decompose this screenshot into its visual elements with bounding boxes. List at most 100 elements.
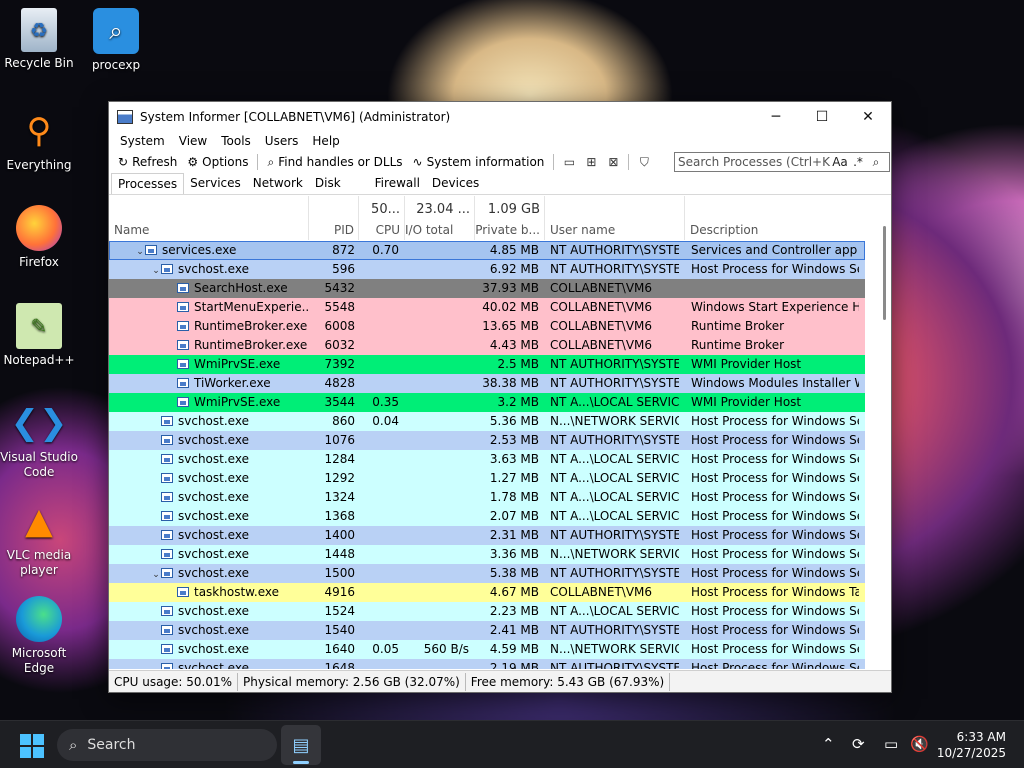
user-name-cell: NT A...\LOCAL SERVICE (550, 604, 679, 618)
private-bytes-cell: 2.07 MB (489, 509, 539, 523)
title-bar[interactable]: System Informer [COLLABNET\VM6] (Adminis… (109, 102, 891, 131)
table-row[interactable]: svchost.exe 1076 2.53 MB NT AUTHORITY\SYSTE… (109, 431, 865, 450)
search-input[interactable] (675, 155, 831, 169)
chevron-down-icon[interactable]: ⌄ (151, 566, 161, 583)
table-row[interactable]: svchost.exe 1368 2.07 MB NT A...\LOCAL SERV… (109, 507, 865, 526)
table-row[interactable]: svchost.exe 860 0.04 5.36 MB N...\NETWORK SE… (109, 412, 865, 431)
column-header-pid[interactable]: PID (309, 196, 359, 240)
maximize-button[interactable]: ☐ (799, 102, 845, 131)
menu-tools[interactable]: Tools (214, 134, 258, 148)
tab-disk[interactable]: Disk (309, 173, 347, 194)
find-handles-button[interactable]: ⌕ Find handles or DLLs (262, 152, 407, 172)
table-row[interactable]: SearchHost.exe 5432 37.93 MB COLLABNET\VM6 (109, 279, 865, 298)
column-label: CPU (375, 223, 400, 237)
column-header-private-bytes[interactable]: 1.09 GB Private b... (475, 196, 545, 240)
desktop-icon-recycle-bin[interactable]: ♻ Recycle Bin (0, 8, 79, 71)
cpu-cell (355, 621, 399, 640)
pid-cell: 1368 (324, 509, 355, 523)
user-name-cell: NT AUTHORITY\SYSTEM (550, 243, 679, 257)
update-tray-icon[interactable]: ⟳ (852, 735, 865, 753)
close-button[interactable]: ✕ (845, 102, 891, 131)
column-header-description[interactable]: Description (685, 196, 865, 240)
tab-firewall[interactable]: Firewall (369, 173, 426, 194)
column-header-io[interactable]: 23.04 ... I/O total r... (405, 196, 475, 251)
refresh-button[interactable]: ↻ Refresh (113, 152, 182, 172)
chevron-down-icon[interactable]: ⌄ (151, 262, 161, 279)
table-row[interactable]: ⌄ svchost.exe 596 6.92 MB NT AUTHORITY\SYSTE… (109, 260, 865, 279)
search-icon[interactable]: ⌕ (867, 155, 885, 170)
cpu-cell (355, 602, 399, 621)
description-cell: Host Process for Windows Ser... (691, 490, 859, 504)
taskbar-search[interactable]: ⌕ Search (57, 729, 277, 761)
scrollbar-thumb[interactable] (883, 226, 886, 320)
pid-cell: 1500 (324, 566, 355, 580)
pid-cell: 860 (332, 414, 355, 428)
desktop-icon-vscode[interactable]: ❮❯ Visual Studio Code (0, 400, 79, 480)
window-list-button[interactable]: ▭ (558, 152, 580, 172)
tab-devices[interactable]: Devices (426, 173, 485, 194)
chevron-down-icon[interactable]: ⌄ (135, 243, 145, 260)
tab-services[interactable]: Services (184, 173, 247, 194)
toolbar-separator (257, 154, 259, 170)
taskbar-app-system-informer[interactable]: ▤ (281, 725, 321, 765)
table-row[interactable]: svchost.exe 1400 2.31 MB NT AUTHORITY\SYSTE… (109, 526, 865, 545)
table-row[interactable]: WmiPrvSE.exe 7392 2.5 MB NT AUTHORITY\SYSTE… (109, 355, 865, 374)
table-row[interactable]: WmiPrvSE.exe 3544 0.35 3.2 MB NT A...\LOCAL … (109, 393, 865, 412)
table-row[interactable]: ⌄ services.exe 872 0.70 4.85 MB NT AUTHORITY\… (109, 241, 865, 260)
description-cell: Host Process for Windows Ser... (691, 623, 859, 637)
show-hidden-icons-button[interactable]: ⌃ (822, 735, 835, 753)
table-row[interactable]: svchost.exe 1524 2.23 MB NT A...\LOCAL SERV… (109, 602, 865, 621)
network-tray-icon[interactable]: ▭ (884, 735, 898, 753)
toolbar-separator (553, 154, 555, 170)
desktop-icon-firefox[interactable]: Firefox (0, 205, 79, 270)
table-row[interactable]: svchost.exe 1292 1.27 MB NT A...\LOCAL SERV… (109, 469, 865, 488)
table-row[interactable]: RuntimeBroker.exe 6008 13.65 MB COLLABNET\V… (109, 317, 865, 336)
column-label: PID (333, 223, 354, 237)
match-case-toggle[interactable]: Aa (831, 155, 849, 169)
process-icon (161, 416, 173, 426)
cpu-cell: 0.35 (372, 395, 399, 409)
minimize-button[interactable]: ─ (753, 102, 799, 131)
table-row[interactable]: svchost.exe 1324 1.78 MB NT A...\LOCAL SERV… (109, 488, 865, 507)
desktop-icon-notepadpp[interactable]: ✎ Notepad++ (0, 303, 79, 368)
menu-system[interactable]: System (113, 134, 172, 148)
menu-help[interactable]: Help (305, 134, 346, 148)
system-information-button[interactable]: ∿ System information (408, 152, 550, 172)
refresh-label: Refresh (132, 155, 178, 169)
table-row[interactable]: svchost.exe 1448 3.36 MB N...\NETWORK SERVI… (109, 545, 865, 564)
options-button[interactable]: ⚙ Options (182, 152, 253, 172)
regex-toggle[interactable]: .* (849, 155, 867, 169)
taskbar: ⌕ Search ▤ ⌃ ⟳ ▭ 🔇 6:33 AM 10/27/2025 (0, 720, 1024, 768)
menu-view[interactable]: View (172, 134, 214, 148)
table-row[interactable]: StartMenuExperie... 5548 40.02 MB COLLABNET… (109, 298, 865, 317)
table-row[interactable]: RuntimeBroker.exe 6032 4.43 MB COLLABNET\VM… (109, 336, 865, 355)
table-row[interactable]: ⌄ svchost.exe 1648 2.19 MB NT AUTHORITY\SYST… (109, 659, 865, 669)
volume-tray-icon[interactable]: 🔇 (910, 735, 929, 753)
start-button[interactable] (20, 734, 44, 758)
table-row[interactable]: ⌄ svchost.exe 1500 5.38 MB NT AUTHORITY\SYST… (109, 564, 865, 583)
process-icon (161, 644, 173, 654)
column-header-user-name[interactable]: User name (545, 196, 685, 240)
security-button[interactable]: ⛉ (633, 152, 655, 172)
description-cell: WMI Provider Host (691, 357, 802, 371)
tab-processes[interactable]: Processes (111, 173, 185, 194)
table-row[interactable]: svchost.exe 1540 2.41 MB NT AUTHORITY\SYSTE… (109, 621, 865, 640)
desktop-icon-everything[interactable]: ⚲ Everything (0, 108, 79, 173)
chevron-down-icon[interactable]: ⌄ (151, 661, 161, 669)
column-header-cpu[interactable]: 50... CPU (359, 196, 405, 240)
table-row[interactable]: taskhostw.exe 4916 4.67 MB COLLABNET\VM6 Hos… (109, 583, 865, 602)
table-row[interactable]: svchost.exe 1640 0.05 560 B/s 4.59 MB N...\NE… (109, 640, 865, 659)
desktop-icon-vlc[interactable]: ▲ VLC media player (0, 498, 79, 578)
system-clock[interactable]: 6:33 AM 10/27/2025 (937, 729, 1006, 761)
find-window-button[interactable]: ⊞ (580, 152, 602, 172)
tab-network[interactable]: Network (247, 173, 309, 194)
vertical-scrollbar[interactable] (866, 196, 891, 669)
terminate-button[interactable]: ⊠ (602, 152, 624, 172)
process-name-cell: ⌄ svchost.exe (109, 659, 309, 669)
table-row[interactable]: TiWorker.exe 4828 38.38 MB NT AUTHORITY\SYS… (109, 374, 865, 393)
desktop-icon-procexp[interactable]: ⌕ procexp (76, 8, 156, 73)
desktop-icon-edge[interactable]: Microsoft Edge (0, 596, 79, 676)
table-row[interactable]: svchost.exe 1284 3.63 MB NT A...\LOCAL SERV… (109, 450, 865, 469)
menu-users[interactable]: Users (258, 134, 306, 148)
column-header-name[interactable]: Name (109, 196, 309, 240)
